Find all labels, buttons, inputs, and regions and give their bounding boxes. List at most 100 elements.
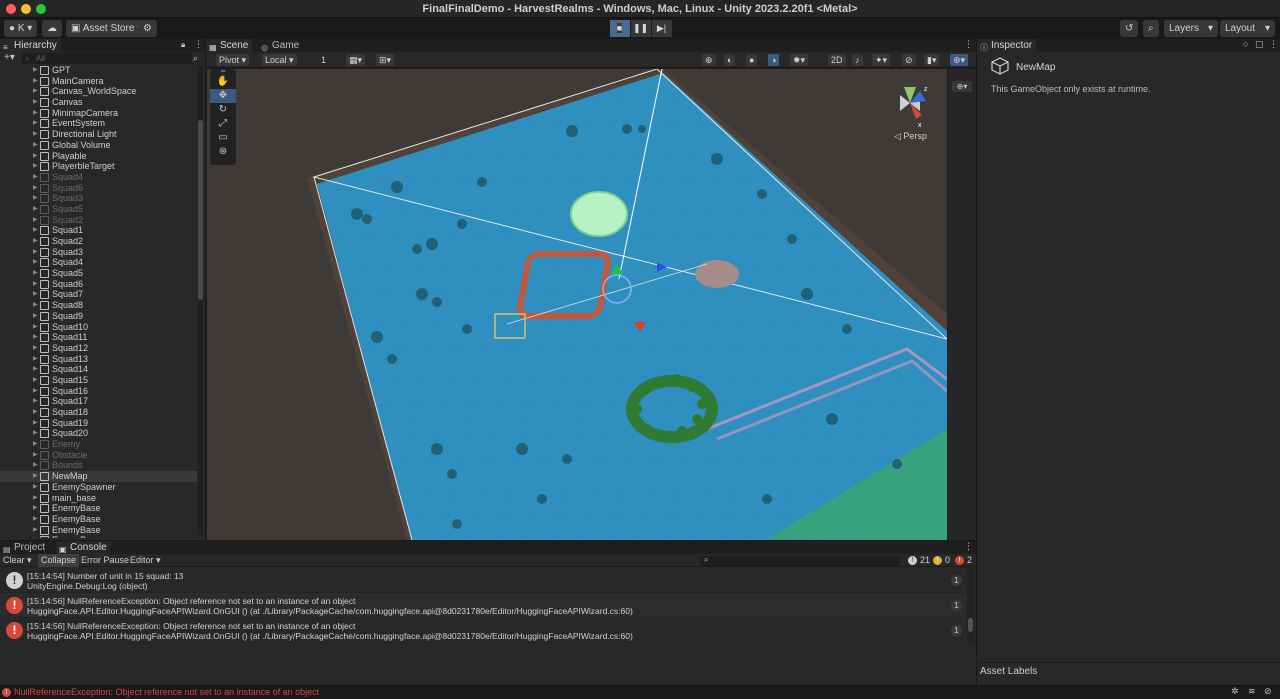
expand-arrow-icon[interactable]: ▶	[33, 161, 38, 172]
tab-game[interactable]: ◎ Game	[258, 39, 303, 52]
lock-icon[interactable]: ▢	[1255, 39, 1264, 50]
expand-arrow-icon[interactable]: ▶	[33, 108, 38, 119]
expand-arrow-icon[interactable]: ▶	[33, 183, 38, 194]
play-button[interactable]: ■	[610, 20, 630, 37]
expand-arrow-icon[interactable]: ▶	[33, 236, 38, 247]
expand-arrow-icon[interactable]: ▶	[33, 225, 38, 236]
grid-size-field[interactable]: 1	[318, 54, 329, 66]
expand-arrow-icon[interactable]: ▶	[33, 268, 38, 279]
expand-arrow-icon[interactable]: ▶	[33, 418, 38, 429]
scale-tool[interactable]: ⤢	[210, 117, 236, 131]
error-pause-toggle[interactable]: Error Pause	[78, 554, 132, 567]
settings-icon[interactable]: ⊘	[1264, 686, 1272, 697]
expand-arrow-icon[interactable]: ▶	[33, 396, 38, 407]
expand-arrow-icon[interactable]: ▶	[33, 471, 38, 482]
hierarchy-item[interactable]: ▶ Squad16	[0, 386, 197, 397]
expand-arrow-icon[interactable]: ▶	[33, 76, 38, 87]
move-tool[interactable]: ✥	[210, 89, 236, 103]
search-filter-icon[interactable]: ⌕	[193, 53, 198, 64]
expand-arrow-icon[interactable]: ▶	[33, 97, 38, 108]
expand-arrow-icon[interactable]: ▶	[33, 172, 38, 183]
expand-arrow-icon[interactable]: ▶	[33, 493, 38, 504]
camera-settings-dropdown[interactable]: ▮▾	[924, 54, 940, 66]
2d-toggle[interactable]: 2D	[828, 54, 846, 66]
hierarchy-item[interactable]: ▶ Squad7	[0, 289, 197, 300]
hierarchy-item[interactable]: ▶ Squad4	[0, 257, 197, 268]
draw-mode-button[interactable]: ⊕	[702, 54, 716, 66]
gizmos-dropdown[interactable]: ⊕▾	[950, 54, 969, 66]
hierarchy-item[interactable]: ▶ Squad8	[0, 300, 197, 311]
hierarchy-item[interactable]: ▶ Squad9	[0, 311, 197, 322]
hierarchy-item[interactable]: ▶ Directional Light	[0, 129, 197, 140]
hierarchy-item[interactable]: ▶ Squad18	[0, 407, 197, 418]
hierarchy-item[interactable]: ▶ Squad11	[0, 332, 197, 343]
collapse-toggle[interactable]: Collapse	[38, 554, 80, 567]
hierarchy-item[interactable]: ▶ Squad5	[0, 268, 197, 279]
hierarchy-item[interactable]: ▶ Squad4	[0, 172, 197, 183]
orientation-gizmo[interactable]: z x	[890, 83, 930, 129]
hierarchy-item[interactable]: ▶ Canvas_WorldSpace	[0, 86, 197, 97]
expand-arrow-icon[interactable]: ▶	[33, 375, 38, 386]
expand-arrow-icon[interactable]: ▶	[33, 257, 38, 268]
expand-arrow-icon[interactable]: ▶	[33, 514, 38, 525]
effects-dropdown[interactable]: ✹▾	[790, 54, 809, 66]
local-dropdown[interactable]: Local ▾	[262, 54, 297, 66]
increment-snap-dropdown[interactable]: ⊞▾	[376, 54, 395, 66]
debug-toggle-icon[interactable]: ○	[1243, 39, 1248, 49]
more-options-icon[interactable]: ⋮	[964, 39, 973, 50]
hierarchy-item[interactable]: ▶ MinimapCamera	[0, 108, 197, 119]
hierarchy-search-input[interactable]: ⌕ All	[22, 53, 192, 64]
rotate-tool[interactable]: ↻	[210, 103, 236, 117]
expand-arrow-icon[interactable]: ▶	[33, 193, 38, 204]
collab-icon[interactable]: ≋	[1248, 686, 1256, 697]
hierarchy-item[interactable]: ▶ EnemyBase	[0, 514, 197, 525]
scrollbar-thumb[interactable]	[968, 618, 973, 632]
hierarchy-item[interactable]: ▶ Squad17	[0, 396, 197, 407]
expand-arrow-icon[interactable]: ▶	[33, 311, 38, 322]
log-entry[interactable]: ! [15:14:56] NullReferenceException: Obj…	[0, 618, 966, 643]
tab-project[interactable]: ▤ Project	[0, 541, 49, 554]
pause-button[interactable]: ❚❚	[631, 20, 651, 37]
layout-dropdown[interactable]: Layout ▾	[1220, 20, 1275, 37]
scene-viewport[interactable]: ═ ✋ ✥ ↻ ⤢ ▭ ⊛ z x ◁ Persp	[207, 69, 947, 540]
hierarchy-item[interactable]: ▶ EnemyBase	[0, 535, 197, 538]
info-count-toggle[interactable]: ! 21	[908, 555, 930, 566]
tab-scene[interactable]: ▦ Scene	[206, 39, 253, 52]
hierarchy-item[interactable]: ▶ NewMap	[0, 471, 197, 482]
persp-label[interactable]: ◁ Persp	[894, 131, 927, 142]
expand-arrow-icon[interactable]: ▶	[33, 65, 38, 76]
hierarchy-item[interactable]: ▶ EnemyBase	[0, 503, 197, 514]
expand-arrow-icon[interactable]: ▶	[33, 428, 38, 439]
hierarchy-item[interactable]: ▶ Squad5	[0, 204, 197, 215]
console-search-input[interactable]: ⌕	[700, 555, 900, 566]
hierarchy-item[interactable]: ▶ Enemy	[0, 439, 197, 450]
expand-arrow-icon[interactable]: ▶	[33, 343, 38, 354]
clear-button[interactable]: Clear ▾	[0, 554, 35, 567]
warning-count-toggle[interactable]: ! 0	[933, 555, 950, 566]
more-options-icon[interactable]: ⋮	[1269, 39, 1278, 50]
cloud-button[interactable]: ☁	[42, 20, 62, 37]
log-entry[interactable]: ! [15:14:54] Number of unit in 15 squad:…	[0, 568, 966, 593]
hierarchy-item[interactable]: ▶ EnemyBase	[0, 525, 197, 536]
hierarchy-item[interactable]: ▶ main_base	[0, 493, 197, 504]
expand-arrow-icon[interactable]: ▶	[33, 439, 38, 450]
grid-snap-dropdown[interactable]: ▦▾	[346, 54, 366, 66]
hierarchy-item[interactable]: ▶ MainCamera	[0, 76, 197, 87]
package-settings-button[interactable]: ⚙	[138, 20, 157, 37]
expand-arrow-icon[interactable]: ▶	[33, 460, 38, 471]
history-button[interactable]: ↺	[1120, 20, 1139, 37]
expand-arrow-icon[interactable]: ▶	[33, 503, 38, 514]
expand-arrow-icon[interactable]: ▶	[33, 354, 38, 365]
step-button[interactable]: ▶|	[652, 20, 672, 37]
expand-arrow-icon[interactable]: ▶	[33, 247, 38, 258]
hierarchy-item[interactable]: ▶ Squad2	[0, 215, 197, 226]
hierarchy-item[interactable]: ▶ Squad19	[0, 418, 197, 429]
tab-hierarchy[interactable]: ≡ Hierarchy	[0, 39, 61, 52]
expand-arrow-icon[interactable]: ▶	[33, 151, 38, 162]
hierarchy-scrollbar[interactable]	[198, 65, 203, 535]
error-count-toggle[interactable]: ! 2	[955, 555, 972, 566]
hierarchy-item[interactable]: ▶ Squad15	[0, 375, 197, 386]
expand-arrow-icon[interactable]: ▶	[33, 204, 38, 215]
lighting-button[interactable]: ◑	[768, 54, 780, 66]
expand-arrow-icon[interactable]: ▶	[33, 322, 38, 333]
